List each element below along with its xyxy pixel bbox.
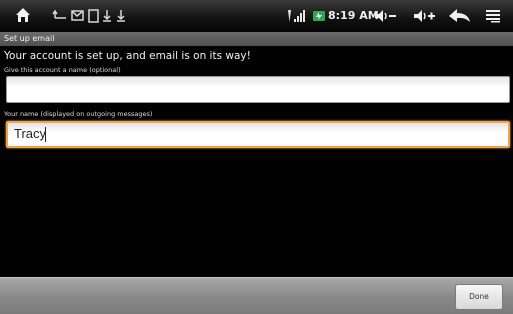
volume-down-icon[interactable] [373, 8, 397, 24]
your-name-label: Your name (displayed on outgoing message… [4, 110, 153, 118]
your-name-value: Tracy [14, 126, 47, 143]
text-cursor [45, 127, 47, 143]
your-name-field[interactable]: Tracy [6, 121, 510, 148]
wifi-signal-icon [283, 9, 309, 23]
clock-time: 8:19 AM [328, 9, 379, 22]
volume-up-icon[interactable] [412, 8, 436, 24]
title-bar: Set up email [0, 32, 513, 46]
home-icon[interactable] [14, 6, 32, 24]
notification-icons[interactable] [52, 8, 162, 24]
menu-icon[interactable] [485, 9, 501, 23]
setup-complete-heading: Your account is set up, and email is on … [4, 50, 251, 62]
battery-icon [312, 10, 326, 22]
bottom-bar: Done [0, 277, 513, 314]
account-name-field[interactable] [6, 76, 510, 103]
page-title: Set up email [4, 34, 55, 43]
account-name-label: Give this account a name (optional) [4, 66, 121, 74]
done-button[interactable]: Done [455, 284, 503, 310]
status-bar: 8:19 AM [0, 0, 513, 33]
back-icon[interactable] [448, 7, 472, 25]
email-setup-screen: 8:19 AM Set up email Your account is set… [0, 0, 513, 314]
